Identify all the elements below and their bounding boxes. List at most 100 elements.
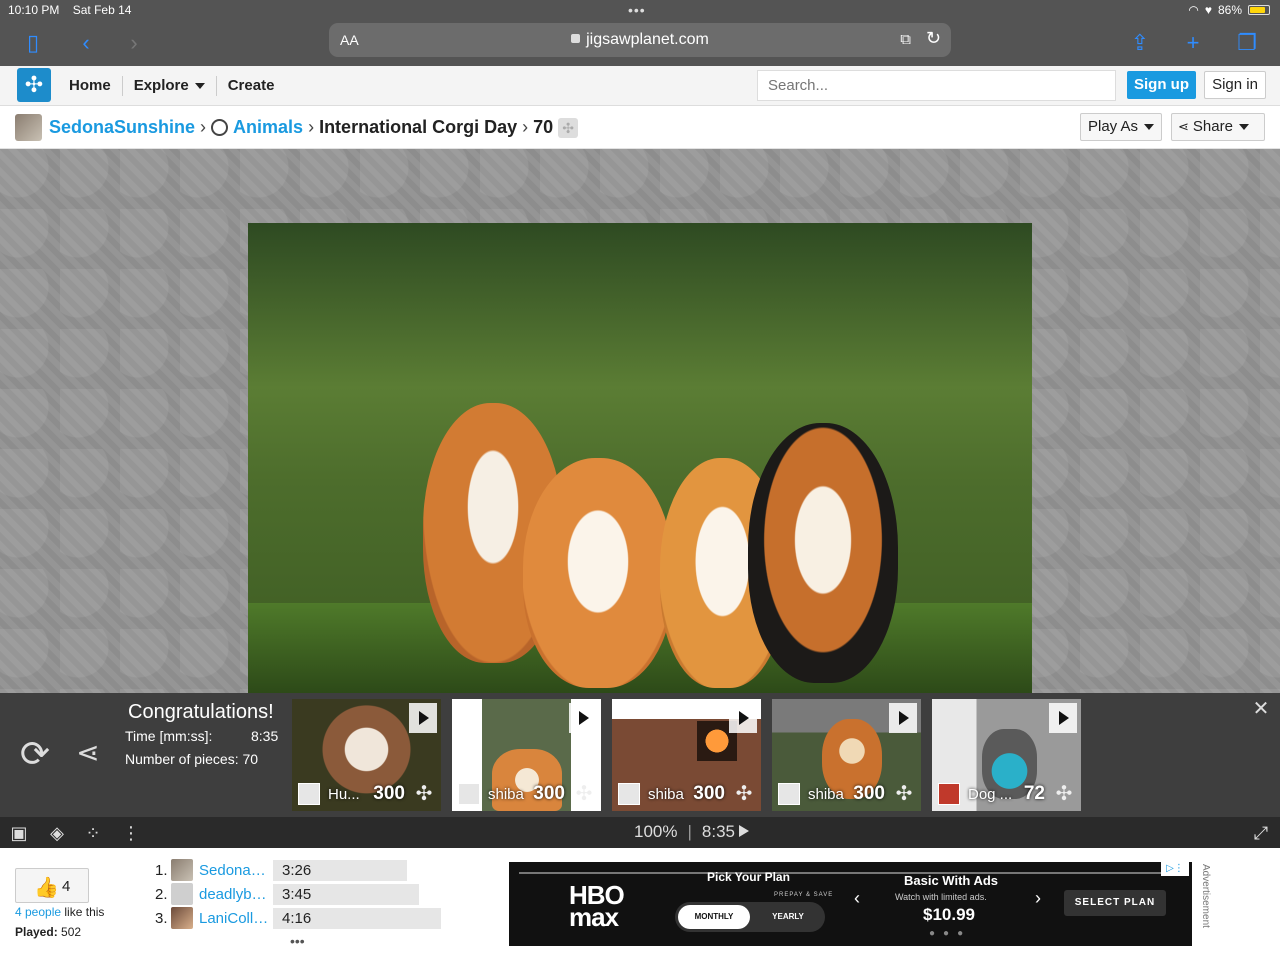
play-icon[interactable] [569, 703, 597, 733]
ad-prepay: PREPAY & SAVE [774, 892, 834, 898]
likes-people-link[interactable]: 4 people [15, 905, 61, 919]
billing-toggle[interactable]: MONTHLY YEARLY [675, 902, 825, 932]
avatar[interactable] [171, 859, 193, 881]
puzzle-toolbar: ▣ ◈ ⁘ ⋮ 100% | 8:35 ⤢ [0, 817, 1280, 848]
player-name[interactable]: SedonaSunshine [199, 862, 271, 879]
reload-icon[interactable]: ↻ [926, 28, 941, 49]
like-button[interactable]: 👍 4 [15, 868, 89, 903]
corgi-2 [523, 458, 673, 688]
avatar[interactable] [171, 883, 193, 905]
sidebar-icon[interactable]: ▯ [18, 28, 48, 58]
related-puzzle-label: shiba [808, 786, 844, 803]
corgi-4 [748, 423, 898, 683]
advertisement-banner[interactable]: HBO max Pick Your Plan PREPAY & SAVE MONT… [509, 862, 1192, 946]
congratulations-title: Congratulations! [128, 701, 274, 723]
play-icon[interactable] [409, 703, 437, 733]
chevron-left-icon[interactable]: ‹ [71, 28, 101, 58]
played-label: Played: [15, 925, 58, 939]
address-bar[interactable]: AA jigsawplanet.com ⧉ ↻ [329, 23, 951, 57]
related-puzzle-3[interactable]: shiba 300 ✣ [612, 699, 761, 811]
player-time: 4:16 [282, 910, 312, 927]
multitask-dots[interactable]: ••• [628, 2, 646, 18]
lock-icon [571, 34, 581, 43]
status-time: 10:10 PM [8, 3, 60, 17]
related-puzzle-count: 300 [853, 783, 885, 804]
related-puzzle-count: 300 [373, 783, 405, 804]
search-input[interactable] [757, 70, 1116, 101]
chevron-right-icon: › [308, 117, 315, 137]
play-as-button[interactable]: Play As [1080, 113, 1162, 141]
related-puzzle-1[interactable]: Hu... 300 ✣ [292, 699, 441, 811]
play-icon[interactable] [1049, 703, 1077, 733]
zoom-timer: 100% | 8:35 [634, 822, 749, 842]
player-name[interactable]: deadlybeauty [199, 886, 271, 903]
close-icon[interactable]: ✕ [1251, 699, 1271, 719]
replay-icon[interactable]: ⟳ [16, 735, 54, 773]
image-icon[interactable]: ▣ [8, 822, 30, 844]
share-nodes-icon[interactable]: ⋖ [70, 735, 106, 771]
nav-explore[interactable]: Explore [123, 76, 217, 96]
related-puzzle-label: Dog ... [968, 786, 1013, 803]
adchoices-icon[interactable]: ▷⋮ [1161, 862, 1189, 876]
breadcrumb-category[interactable]: Animals [233, 117, 303, 138]
timer: 8:35 [701, 822, 735, 841]
related-puzzle-label: shiba [648, 786, 684, 803]
more-vertical-icon[interactable]: ⋮ [120, 822, 142, 844]
play-icon[interactable] [739, 825, 749, 837]
sign-up-button[interactable]: Sign up [1127, 71, 1196, 99]
site-header: ✣ Home Explore Create Sign up Sign in [0, 66, 1280, 106]
globe-icon [211, 119, 229, 136]
related-puzzle-label: shiba [488, 786, 524, 803]
nav-home[interactable]: Home [58, 76, 123, 96]
puzzle-canvas[interactable] [0, 149, 1280, 693]
puzzle-piece-icon: ✣ [415, 783, 433, 805]
related-puzzle-4[interactable]: shiba 300 ✣ [772, 699, 921, 811]
player-name[interactable]: LaniCollins [199, 910, 271, 927]
extension-icon[interactable]: ⧉ [900, 31, 911, 48]
battery-fill [1250, 7, 1265, 13]
grid-icon[interactable]: ⁘ [82, 822, 104, 844]
sign-in-button[interactable]: Sign in [1204, 71, 1266, 99]
related-puzzle-2[interactable]: shiba 300 ✣ [452, 699, 601, 811]
completed-puzzle-image [248, 223, 1032, 693]
ad-price: $10.99 [923, 905, 975, 924]
url-value: jigsawplanet.com [586, 31, 709, 48]
yearly-option[interactable]: YEARLY [755, 905, 821, 929]
avatar[interactable] [171, 907, 193, 929]
play-icon[interactable] [729, 703, 757, 733]
ghost-icon[interactable]: ◈ [46, 822, 68, 844]
url-text[interactable]: jigsawplanet.com [329, 31, 951, 49]
related-puzzle-5[interactable]: Dog ... 72 ✣ [932, 699, 1081, 811]
caret-down-icon [1238, 124, 1249, 131]
plus-icon[interactable]: + [1178, 28, 1208, 58]
chevron-right-icon[interactable]: › [1035, 888, 1041, 909]
user-avatar[interactable] [15, 114, 42, 141]
puzzle-piece-icon: ✣ [575, 783, 593, 805]
leaderboard: 1. SedonaSunshine 3:26 2. deadlybeauty 3… [155, 859, 455, 931]
puzzle-piece-icon: ✣ [1055, 783, 1073, 805]
ad-pick-plan: Pick Your Plan [707, 870, 790, 884]
creator-avatar [778, 783, 800, 805]
thumbs-up-icon: 👍 [34, 877, 59, 899]
related-puzzle-count: 300 [693, 783, 725, 804]
monthly-option[interactable]: MONTHLY [678, 905, 750, 929]
caret-down-icon [194, 83, 205, 90]
tabs-icon[interactable]: ❐ [1232, 28, 1262, 58]
nav-create[interactable]: Create [217, 76, 286, 96]
more-horizontal-icon[interactable]: ••• [290, 933, 305, 949]
share-button[interactable]: ⋖ Share [1171, 113, 1265, 141]
select-plan-button[interactable]: SELECT PLAN [1064, 890, 1166, 916]
player-time: 3:26 [282, 862, 312, 879]
jigsawplanet-logo[interactable]: ✣ [17, 68, 51, 102]
breadcrumb: SedonaSunshine › Animals › International… [15, 114, 579, 141]
chevron-right-icon[interactable]: › [119, 28, 149, 58]
play-icon[interactable] [889, 703, 917, 733]
fullscreen-icon[interactable]: ⤢ [1250, 822, 1272, 844]
share-icon[interactable]: ⇪ [1125, 28, 1155, 58]
chevron-right-icon: › [522, 117, 529, 137]
creator-avatar [458, 783, 480, 805]
breadcrumb-user[interactable]: SedonaSunshine [49, 117, 195, 138]
leaderboard-row: 1. SedonaSunshine 3:26 [155, 859, 455, 883]
status-bar: 10:10 PM Sat Feb 14 ••• ◠ ♥ 86% [0, 0, 1280, 20]
chevron-left-icon[interactable]: ‹ [854, 888, 860, 909]
